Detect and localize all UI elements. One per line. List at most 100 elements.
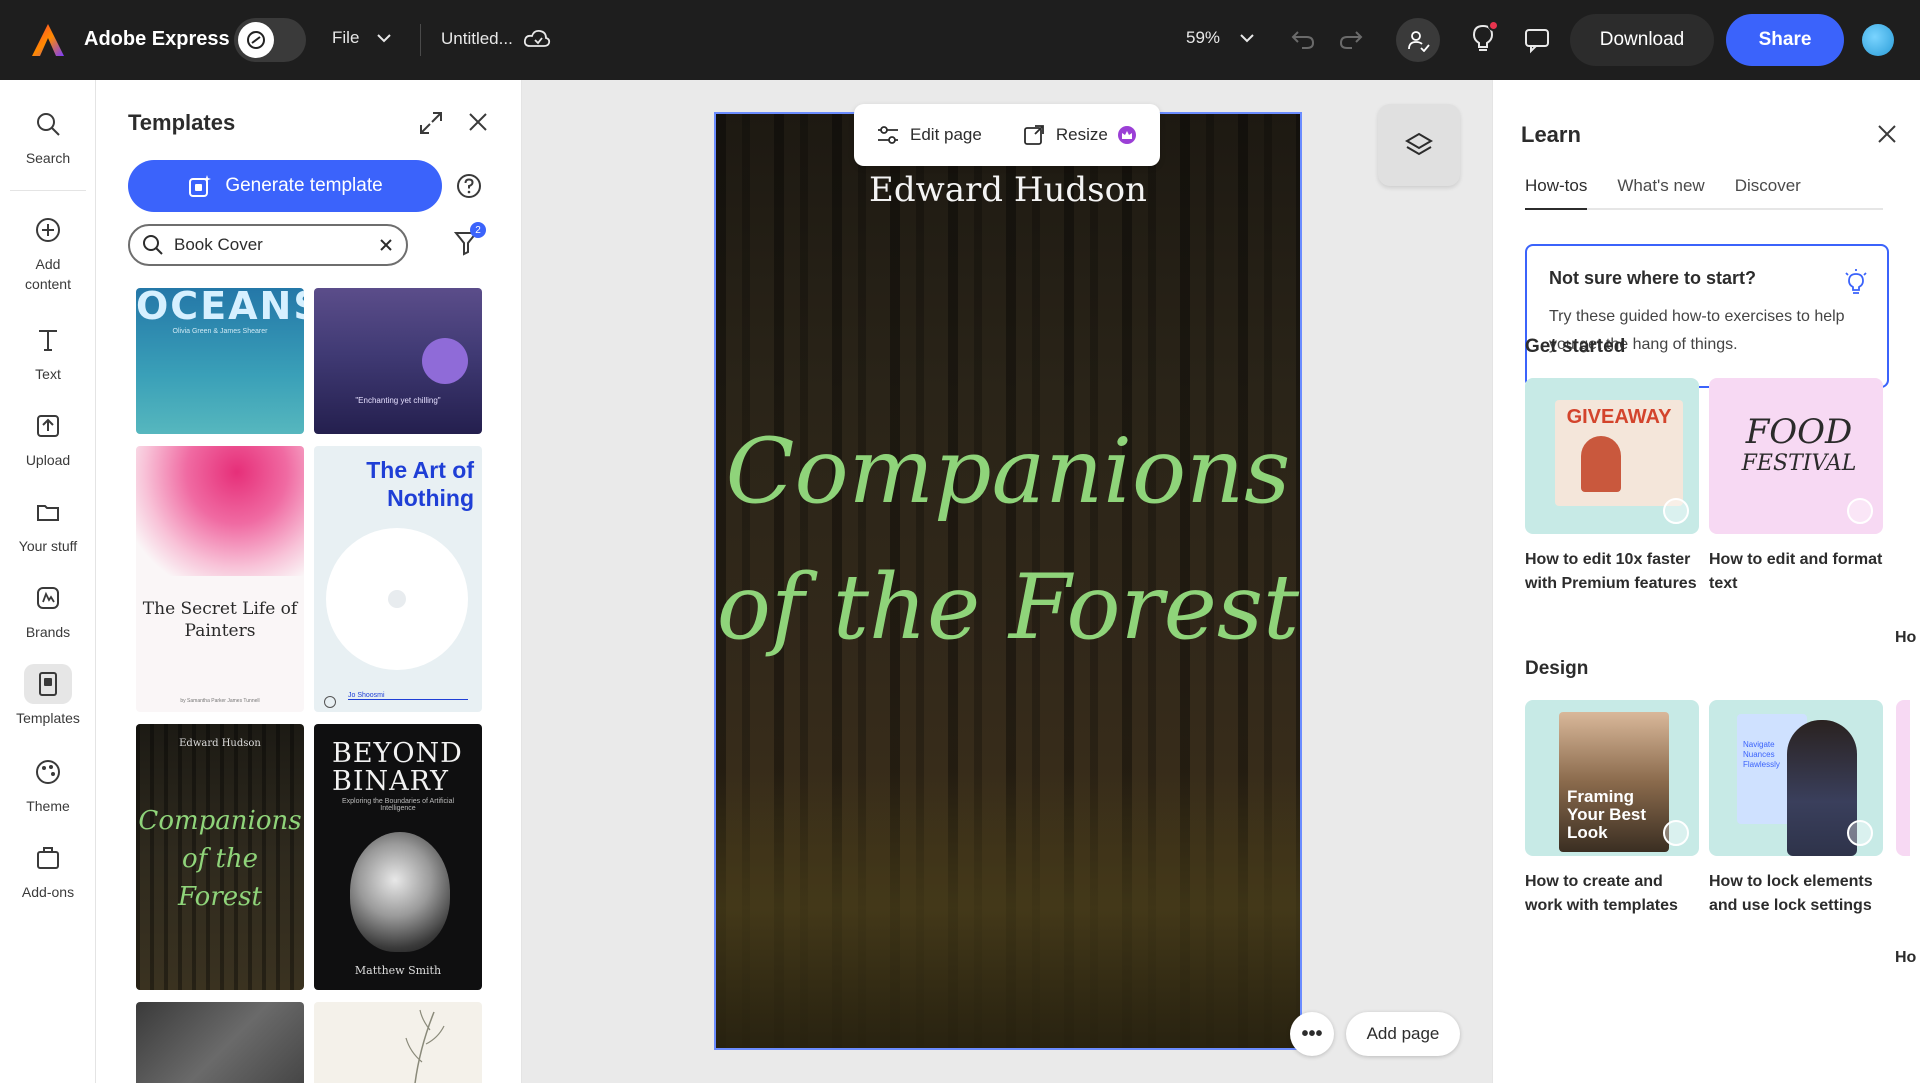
chevron-down-icon [1240,34,1254,43]
expand-icon[interactable] [418,110,444,141]
generate-template-button[interactable]: Generate template [128,160,442,212]
resize-label: Resize [1055,125,1108,144]
template-title: The Art of Nothing [366,457,474,511]
divider [420,24,421,56]
avatar[interactable] [1862,24,1894,56]
thumb-text-2: FESTIVAL [1741,451,1857,476]
learn-card[interactable]: Framing Your Best Look How to create and… [1525,700,1699,918]
palette-icon [24,752,72,792]
thumb-text: Navigate Nuances Flawlessly [1743,740,1780,769]
thumb-text: GIVEAWAY [1566,406,1672,428]
rail-item-search[interactable]: Search [0,104,96,168]
template-author: Matthew Smith [354,964,442,977]
collaborate-button[interactable] [1396,18,1440,62]
learn-card[interactable]: GIVEAWAY How to edit 10x faster with Pre… [1525,378,1699,596]
cover-author[interactable]: Edward Hudson [716,170,1300,210]
plus-circle-icon [24,210,72,250]
rail-label: Add content [25,256,71,292]
design-page[interactable]: Edward Hudson Companions of the Forest [714,112,1302,1050]
rail-label: Theme [26,798,70,814]
undo-icon[interactable] [1290,26,1316,52]
add-page-button[interactable]: Add page [1346,1012,1460,1056]
template-title: OCEANS [136,288,304,328]
brand-icon [24,578,72,618]
rail-label: Upload [25,452,71,468]
close-icon[interactable] [1875,122,1899,151]
rail-item-upload[interactable]: Upload [0,406,96,470]
comment-icon[interactable] [1523,26,1551,54]
folder-icon [24,492,72,532]
premium-toggle[interactable] [234,18,306,62]
lightbulb-icon [1843,268,1869,303]
top-bar: Adobe Express File Untitled... 59% Downl… [0,0,1920,80]
sliders-icon [878,126,898,144]
learn-card-peek[interactable] [1896,700,1910,856]
clear-icon[interactable] [378,237,394,253]
leaf-illustration [405,1009,445,1083]
rail-item-your-stuff[interactable]: Your stuff [0,492,96,556]
generate-icon [189,175,212,197]
tip-title: Not sure where to start? [1549,268,1757,288]
document-title[interactable]: Untitled... [441,28,551,50]
panel-title: Templates [128,110,236,135]
templates-panel: Templates Generate template Book Cover 2… [96,80,522,1083]
food-festival-graphic: FOOD FESTIVAL [1729,415,1869,480]
forest-floor [716,768,1300,1048]
rail-item-templates[interactable]: Templates [0,664,96,728]
zoom-control[interactable]: 59% [1186,28,1256,48]
template-card-beyond-binary[interactable]: BEYOND BINARY Exploring the Boundaries o… [314,724,482,990]
template-card-oceans[interactable]: OCEANS Olivia Green & James Shearer [136,288,304,434]
template-card-companions[interactable]: Edward Hudson Companions of the Forest [136,724,304,990]
close-icon[interactable] [466,110,490,139]
learn-card-label: How to edit and format text [1709,551,1883,592]
template-card[interactable] [136,1002,304,1083]
chevron-down-icon [377,34,392,43]
tab-whats-new[interactable]: What's new [1617,176,1704,208]
learn-tabs: How-tos What's new Discover [1525,176,1883,210]
check-icon [1847,820,1873,846]
help-icon[interactable] [456,173,482,204]
template-card-art-of-nothing[interactable]: The Art of Nothing Jo Shoosmi [314,446,482,712]
template-card-secret-life[interactable]: The Secret Life of Painters by Samantha … [136,446,304,712]
thumb-text: FOOD [1745,412,1853,452]
redo-icon[interactable] [1338,26,1364,52]
rail-item-add-ons[interactable]: Add-ons [0,838,96,902]
rail-item-brands[interactable]: Brands [0,578,96,642]
file-menu[interactable]: File [332,28,393,48]
badge-circle [422,338,468,384]
check-icon [1847,498,1873,524]
tip-card[interactable]: Not sure where to start? Try these guide… [1525,244,1889,388]
template-title: The Secret Life of Painters [142,599,298,641]
tab-discover[interactable]: Discover [1735,176,1801,208]
learn-card-label: How to edit 10x faster with Premium feat… [1525,551,1697,592]
divider [10,190,86,191]
robot-head-image [350,832,450,952]
giveaway-graphic: GIVEAWAY [1555,400,1683,506]
rail-item-theme[interactable]: Theme [0,752,96,816]
rail-item-add-content[interactable]: Add content [0,210,96,294]
more-options-button[interactable]: ••• [1290,1012,1334,1056]
adobe-express-logo-icon[interactable] [30,22,66,58]
file-menu-label: File [332,28,360,47]
rail-label: Templates [16,710,80,726]
check-icon [1663,820,1689,846]
template-card-city[interactable]: "Enchanting yet chilling" [314,288,482,434]
layers-button[interactable] [1378,104,1460,186]
learn-card-thumbnail: FOOD FESTIVAL [1709,378,1883,534]
learn-card-thumbnail: Framing Your Best Look [1525,700,1699,856]
learn-card-label: How to create and work with templates [1525,873,1678,914]
learn-card-label: How to lock elements and use lock settin… [1709,873,1873,914]
rail-item-text[interactable]: Text [0,320,96,384]
learn-card[interactable]: Navigate Nuances Flawlessly How to lock … [1709,700,1883,918]
learn-card[interactable]: FOOD FESTIVAL How to edit and format tex… [1709,378,1883,596]
edit-page-button[interactable]: Edit page [876,124,982,146]
tab-how-tos[interactable]: How-tos [1525,176,1588,210]
template-search-input[interactable]: Book Cover [128,224,408,266]
resize-button[interactable]: Resize [1022,123,1136,147]
template-card[interactable] [314,1002,482,1083]
download-button[interactable]: Download [1570,14,1714,66]
cover-title[interactable]: Companions of the Forest [716,404,1300,676]
rail-label: Your stuff [18,538,78,554]
share-button[interactable]: Share [1726,14,1844,66]
template-author: Edward Hudson [179,738,261,749]
